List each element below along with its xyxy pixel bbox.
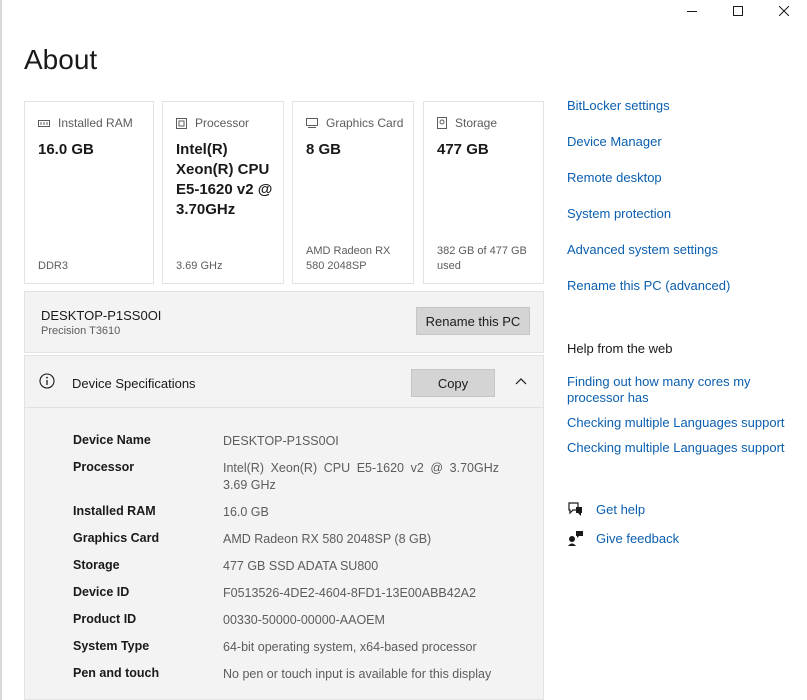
give-feedback-link[interactable]: Give feedback (567, 530, 679, 546)
spec-value: 64-bit operating system, x64-based proce… (223, 640, 477, 654)
card-processor: Processor Intel(R) Xeon(R) CPU E5-1620 v… (162, 101, 284, 284)
chevron-up-icon[interactable] (515, 377, 527, 385)
card-storage: Storage 477 GB 382 GB of 477 GB used (423, 101, 544, 284)
device-specifications-panel: Device Specifications Copy Device Name D… (24, 355, 544, 700)
spec-value: AMD Radeon RX 580 2048SP (8 GB) (223, 532, 432, 546)
card-sub: AMD Radeon RX 580 2048SP (306, 245, 391, 272)
card-label: Storage (455, 116, 498, 130)
device-specifications-title: Device Specifications (72, 376, 196, 391)
link-system-protection[interactable]: System protection (567, 206, 671, 221)
card-label: Graphics Card (326, 116, 404, 130)
spec-value: 16.0 GB (223, 505, 269, 519)
link-device-manager[interactable]: Device Manager (567, 134, 662, 149)
window-controls (669, 0, 807, 22)
window-left-border (0, 0, 2, 700)
spec-value: Intel(R) Xeon(R) CPU E5-1620 v2 @ 3.70GH… (223, 461, 499, 492)
rename-pc-button[interactable]: Rename this PC (416, 307, 530, 335)
card-installed-ram: Installed RAM 16.0 GB DDR3 (24, 101, 154, 284)
link-bitlocker-settings[interactable]: BitLocker settings (567, 98, 670, 113)
maximize-icon[interactable] (715, 0, 761, 22)
card-value: 8 GB (306, 141, 342, 158)
give-feedback-label: Give feedback (596, 530, 680, 546)
link-advanced-system-settings[interactable]: Advanced system settings (567, 242, 718, 257)
spec-key: Device ID (73, 585, 130, 599)
card-graphics: Graphics Card 8 GB AMD Radeon RX 580 204… (292, 101, 414, 284)
card-sub: DDR3 (38, 260, 68, 272)
spec-value: 477 GB SSD ADATA SU800 (223, 559, 379, 573)
spec-key: Storage (73, 558, 120, 572)
spec-value: No pen or touch input is available for t… (223, 667, 492, 681)
web-link-cores[interactable]: Finding out how many cores my processor … (567, 374, 792, 406)
ram-icon (38, 119, 50, 127)
storage-icon (437, 117, 447, 129)
close-icon[interactable] (761, 0, 807, 22)
spec-key: Device Name (73, 433, 151, 447)
web-link-languages-2[interactable]: Checking multiple Languages support (567, 440, 792, 456)
get-help-link[interactable]: Get help (567, 501, 645, 517)
page-title: About (24, 44, 98, 75)
get-help-label: Get help (596, 501, 646, 517)
minimize-icon[interactable] (669, 0, 715, 22)
card-label: Installed RAM (58, 116, 133, 130)
device-specifications-header[interactable]: Device Specifications Copy (25, 356, 543, 408)
graphics-card-icon (306, 118, 318, 128)
get-help-icon (568, 502, 582, 516)
card-value: Intel(R) Xeon(R) CPU E5-1620 v2 @ 3.70GH… (176, 141, 273, 218)
pc-name: DESKTOP-P1SS0OI (41, 308, 162, 323)
spec-key: Product ID (73, 612, 137, 626)
help-from-web-title: Help from the web (567, 341, 673, 356)
card-value: 477 GB (437, 141, 489, 158)
processor-icon (176, 117, 187, 129)
card-value: 16.0 GB (38, 141, 94, 158)
spec-key: Pen and touch (73, 666, 160, 680)
pc-name-panel: DESKTOP-P1SS0OI Precision T3610 Rename t… (24, 291, 544, 353)
card-label: Processor (195, 116, 250, 130)
card-sub: 3.69 GHz (176, 260, 223, 272)
link-rename-pc-advanced[interactable]: Rename this PC (advanced) (567, 278, 730, 293)
web-link-languages[interactable]: Checking multiple Languages support (567, 415, 792, 431)
spec-key: System Type (73, 639, 150, 653)
pc-model: Precision T3610 (41, 325, 121, 337)
spec-key: Installed RAM (73, 504, 156, 518)
link-remote-desktop[interactable]: Remote desktop (567, 170, 662, 185)
spec-key: Graphics Card (73, 531, 160, 545)
spec-value: F0513526-4DE2-4604-8FD1-13E00ABB42A2 (223, 586, 476, 600)
info-icon (39, 373, 55, 389)
spec-value: DESKTOP-P1SS0OI (223, 434, 339, 448)
feedback-icon (568, 531, 583, 546)
card-sub: 382 GB of 477 GB used (437, 245, 527, 272)
spec-value: 00330-50000-00000-AAOEM (223, 613, 385, 627)
copy-button[interactable]: Copy (411, 369, 495, 397)
spec-key: Processor (73, 460, 135, 474)
